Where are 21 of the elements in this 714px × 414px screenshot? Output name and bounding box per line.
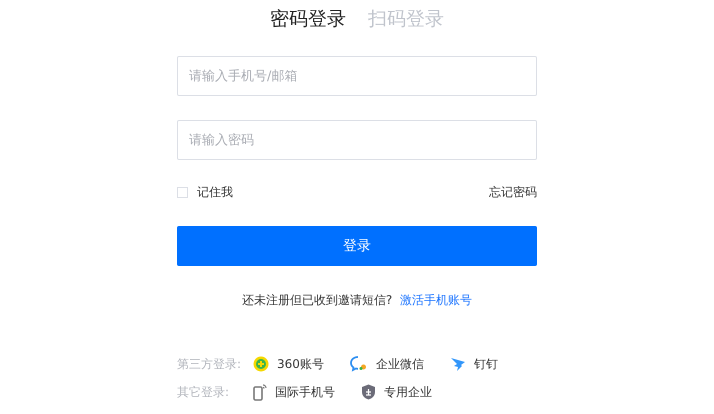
login-option[interactable]: 企业微信 [350, 356, 424, 372]
account-field[interactable]: 请输入手机号/邮箱 [177, 56, 537, 96]
password-field[interactable]: 请输入密码 [177, 120, 537, 160]
login-option[interactable]: 专用企业 [361, 384, 432, 400]
login-button[interactable]: 登录 [177, 226, 537, 266]
activate-link[interactable]: 激活手机账号 [400, 292, 472, 309]
invite-text: 还未注册但已收到邀请短信? [242, 292, 392, 309]
plus-circle-icon [253, 356, 269, 372]
login-option[interactable]: 国际手机号 [253, 384, 335, 400]
phone-icon [253, 384, 267, 400]
login-tab[interactable]: 密码登录 [270, 6, 346, 32]
remember-label: 记住我 [197, 184, 233, 200]
login-method-label: 第三方登录: [177, 356, 242, 372]
bird-icon [450, 356, 466, 372]
login-option[interactable]: 钉钉 [450, 356, 498, 372]
remember-checkbox[interactable] [177, 186, 188, 198]
shield-icon [361, 384, 376, 400]
forgot-password-link[interactable]: 忘记密码 [489, 184, 537, 200]
login-method-label: 其它登录: [177, 384, 230, 400]
login-option[interactable]: 360账号 [253, 356, 324, 372]
chat-bubble-icon [350, 356, 368, 372]
